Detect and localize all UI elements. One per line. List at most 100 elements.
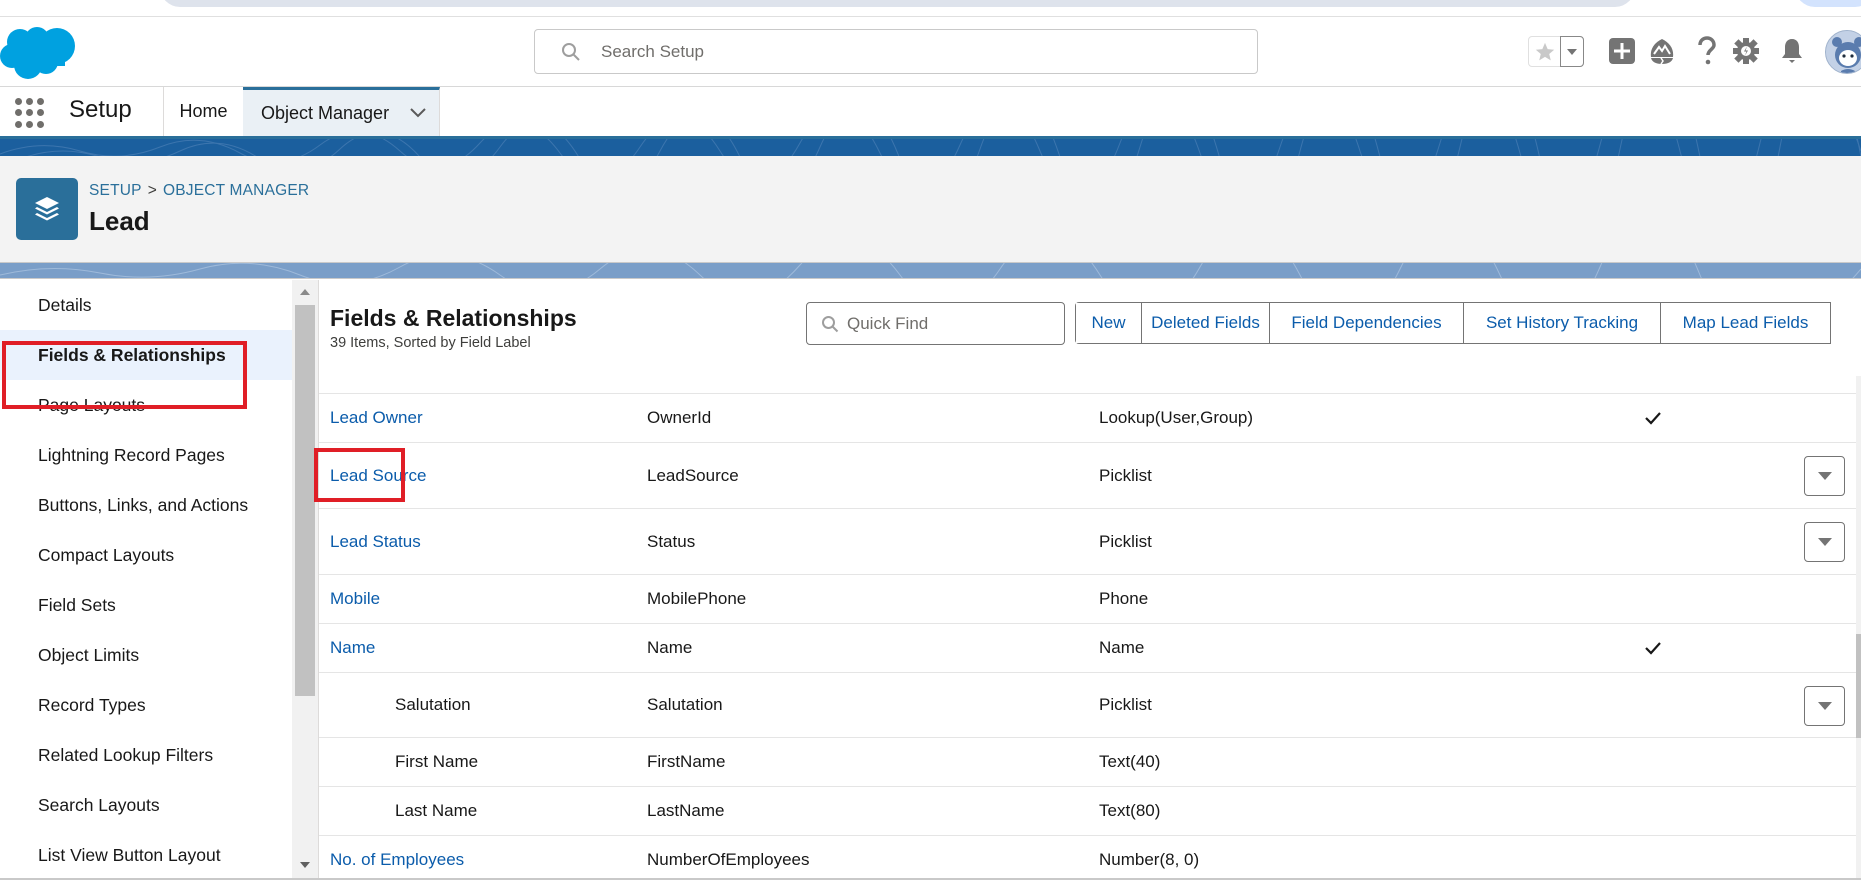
sidebar-item-buttons-links-and-actions[interactable]: Buttons, Links, and Actions	[0, 480, 292, 530]
scroll-down-arrow-icon[interactable]	[300, 862, 310, 868]
sidebar-item-label: Buttons, Links, and Actions	[38, 494, 249, 515]
browser-tab-edge[interactable]	[1795, 0, 1861, 7]
app-launcher-icon[interactable]	[15, 98, 45, 128]
favorites-star-icon[interactable]	[1529, 37, 1560, 66]
scroll-up-arrow-icon[interactable]	[300, 289, 310, 295]
field-label-link[interactable]: Name	[330, 638, 375, 658]
sidebar-item-lightning-record-pages[interactable]: Lightning Record Pages	[0, 430, 292, 480]
new-field-button[interactable]: New	[1076, 303, 1142, 343]
banner-pattern-bottom	[0, 263, 1861, 278]
field-label-text: Salutation	[395, 695, 471, 714]
caret-down-icon	[1817, 702, 1832, 710]
search-icon	[822, 315, 839, 332]
app-nav-bar: Setup Home Object Manager	[0, 87, 1861, 136]
header-banner-bottom	[0, 263, 1861, 279]
set-history-tracking-button[interactable]: Set History Tracking	[1464, 303, 1661, 343]
field-api-name-cell: Name	[647, 638, 693, 657]
sidebar-item-field-sets[interactable]: Field Sets	[0, 580, 292, 630]
field-api-name-cell: LeadSource	[647, 465, 739, 485]
help-icon[interactable]	[1691, 35, 1723, 67]
user-avatar[interactable]	[1825, 30, 1861, 74]
setup-search-input[interactable]	[601, 41, 1201, 62]
row-actions-dropdown-button[interactable]	[1804, 686, 1845, 726]
field-data-type-cell: Picklist	[1099, 531, 1152, 551]
field-data-type-cell: Text(40)	[1099, 752, 1161, 771]
notifications-bell-icon[interactable]	[1776, 35, 1808, 67]
row-actions-dropdown-button[interactable]	[1804, 456, 1845, 496]
field-api-name-cell: FirstName	[647, 752, 726, 771]
salesforce-logo-icon[interactable]	[0, 24, 78, 80]
field-label-link[interactable]: No. of Employees	[330, 850, 464, 870]
field-dependencies-button[interactable]: Field Dependencies	[1270, 303, 1464, 343]
chevron-down-icon[interactable]	[409, 107, 427, 119]
breadcrumb-object-manager[interactable]: OBJECT MANAGER	[163, 182, 309, 199]
sidebar-item-details[interactable]: Details	[0, 280, 292, 330]
global-actions-plus-icon[interactable]	[1606, 35, 1638, 67]
sidebar-item-list-view-button-layout[interactable]: List View Button Layout	[0, 830, 292, 880]
favorites-dropdown-icon[interactable]	[1560, 36, 1584, 67]
sidebar-item-fields-relationships[interactable]: Fields & Relationships	[0, 330, 292, 380]
banner-pattern	[0, 139, 1861, 156]
setup-gear-icon[interactable]	[1730, 35, 1762, 67]
sidebar-item-label: Record Types	[38, 694, 146, 715]
sidebar-item-search-layouts[interactable]: Search Layouts	[0, 780, 292, 830]
sidebar-item-related-lookup-filters[interactable]: Related Lookup Filters	[0, 730, 292, 780]
field-label-cell: No. of Employees	[330, 836, 464, 880]
browser-address-bar[interactable]	[160, 0, 1635, 7]
sidebar-item-record-types[interactable]: Record Types	[0, 680, 292, 730]
tab-object-manager[interactable]: Object Manager	[243, 87, 440, 136]
action-button-group: New Deleted Fields Field Dependencies Se…	[1075, 302, 1831, 344]
sidebar-scrollbar[interactable]	[292, 280, 318, 880]
setup-search-box[interactable]	[534, 29, 1258, 74]
sidebar-item-label: Search Layouts	[38, 794, 160, 815]
table-row: First Name FirstName Text(40)	[319, 737, 1856, 786]
table-row: Lead Owner OwnerId Lookup(User,Group)	[319, 393, 1856, 442]
field-label-link[interactable]: Lead Source	[330, 466, 426, 486]
favorites-group	[1528, 36, 1584, 67]
field-label-cell: Lead Owner	[330, 394, 423, 442]
sidebar-item-label: Lightning Record Pages	[38, 444, 225, 465]
sidebar-scroll-thumb[interactable]	[295, 305, 315, 696]
tab-object-manager-label: Object Manager	[261, 102, 390, 123]
field-data-type-cell: Phone	[1099, 589, 1149, 608]
deleted-fields-button[interactable]: Deleted Fields	[1142, 303, 1270, 343]
sidebar-item-label: List View Button Layout	[38, 844, 221, 865]
field-data-type-cell: Text(80)	[1099, 801, 1161, 820]
sidebar-item-label: Details	[38, 294, 92, 315]
table-scroll-thumb[interactable]	[1856, 634, 1861, 738]
table-row: Salutation Salutation Picklist	[319, 672, 1856, 737]
sidebar-item-label: Related Lookup Filters	[38, 744, 214, 765]
field-label-text: First Name	[395, 752, 479, 771]
tab-home[interactable]: Home	[164, 87, 243, 136]
sidebar-item-page-layouts[interactable]: Page Layouts	[0, 380, 292, 430]
map-lead-fields-button[interactable]: Map Lead Fields	[1661, 303, 1831, 343]
field-label-link[interactable]: Lead Owner	[330, 408, 423, 428]
section-title: Fields & Relationships	[330, 305, 577, 331]
trailhead-icon[interactable]	[1646, 35, 1678, 67]
object-page-header: SETUP > OBJECT MANAGER Lead	[0, 156, 1861, 263]
caret-down-icon	[1817, 538, 1832, 546]
object-layers-icon	[16, 178, 78, 240]
field-data-type-cell: Picklist	[1099, 465, 1152, 485]
field-label-link[interactable]: Lead Status	[330, 532, 421, 552]
table-scrollbar[interactable]	[1856, 376, 1861, 880]
sidebar-item-label: Object Limits	[38, 644, 140, 665]
field-label-link[interactable]: Mobile	[330, 589, 380, 609]
table-row: Last Name LastName Text(80)	[319, 786, 1856, 835]
item-count-subtitle: 39 Items, Sorted by Field Label	[330, 335, 531, 351]
quick-find-input[interactable]	[847, 313, 1047, 334]
table-row: No. of Employees NumberOfEmployees Number(…	[319, 835, 1856, 880]
sidebar-item-object-limits[interactable]: Object Limits	[0, 630, 292, 680]
caret-down-icon	[1817, 472, 1832, 480]
table-row: Lead Status Status Picklist	[319, 508, 1856, 574]
header-banner	[0, 136, 1861, 156]
sidebar-item-label: Page Layouts	[38, 394, 146, 415]
field-label-cell: Name	[330, 624, 375, 672]
field-data-type-cell: Picklist	[1099, 695, 1152, 714]
breadcrumb-setup[interactable]: SETUP	[89, 182, 142, 199]
sidebar-item-compact-layouts[interactable]: Compact Layouts	[0, 530, 292, 580]
object-sidebar: Details Fields & Relationships Page Layout…	[0, 280, 292, 880]
row-actions-dropdown-button[interactable]	[1804, 522, 1845, 562]
quick-find-box[interactable]	[806, 302, 1065, 345]
field-label-cell: Lead Status	[330, 509, 421, 574]
